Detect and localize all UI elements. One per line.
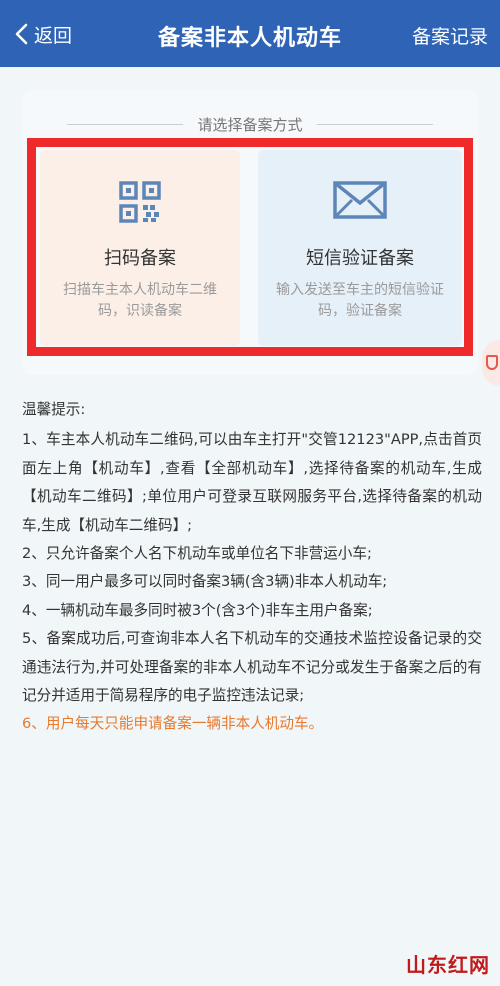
tips-heading: 温馨提示: [22,401,86,418]
divider-right [316,124,433,125]
tip-item: 5、备案成功后,可查询非本人名下机动车的交通技术监控设备记录的交通违法行为,并可… [22,630,482,705]
top-nav-bar: 返回 备案非本人机动车 备案记录 [0,0,500,67]
envelope-icon [258,180,462,220]
tip-item-warning: 6、用户每天只能申请备案一辆非本人机动车。 [22,715,324,733]
sms-filing-option[interactable]: 短信验证备案 输入发送至车主的短信验证码，验证备案 [258,150,462,346]
scan-filing-title: 扫码备案 [104,248,176,269]
tip-item: 3、同一用户最多可以同时备案3辆(含3辆)非本人机动车; [22,573,388,591]
records-button[interactable]: 备案记录 [412,22,488,49]
sms-filing-desc: 输入发送至车主的短信验证码，验证备案 [276,282,444,319]
tips-section: 温馨提示: 1、车主本人机动车二维码,可以由车主打开"交管12123"APP,点… [22,396,482,739]
tip-item: 2、只允许备案个人名下机动车或单位名下非营运小车; [22,545,372,563]
shield-icon [486,355,498,370]
tip-item: 4、一辆机动车最多同时被3个(含3个)非车主用户备案; [22,601,373,619]
qr-code-icon [40,180,240,224]
watermark-logo: 山东红网 [406,953,490,977]
section-title: 请选择备案方式 [197,116,303,134]
floating-side-tab[interactable] [482,340,500,386]
sms-filing-title: 短信验证备案 [306,248,414,269]
divider-left [67,124,184,125]
tip-item: 1、车主本人机动车二维码,可以由车主打开"交管12123"APP,点击首页面左上… [22,431,482,534]
section-header: 请选择备案方式 [0,114,500,135]
scan-filing-option[interactable]: 扫码备案 扫描车主本人机动车二维码，识读备案 [40,150,240,346]
scan-filing-desc: 扫描车主本人机动车二维码，识读备案 [63,282,217,319]
